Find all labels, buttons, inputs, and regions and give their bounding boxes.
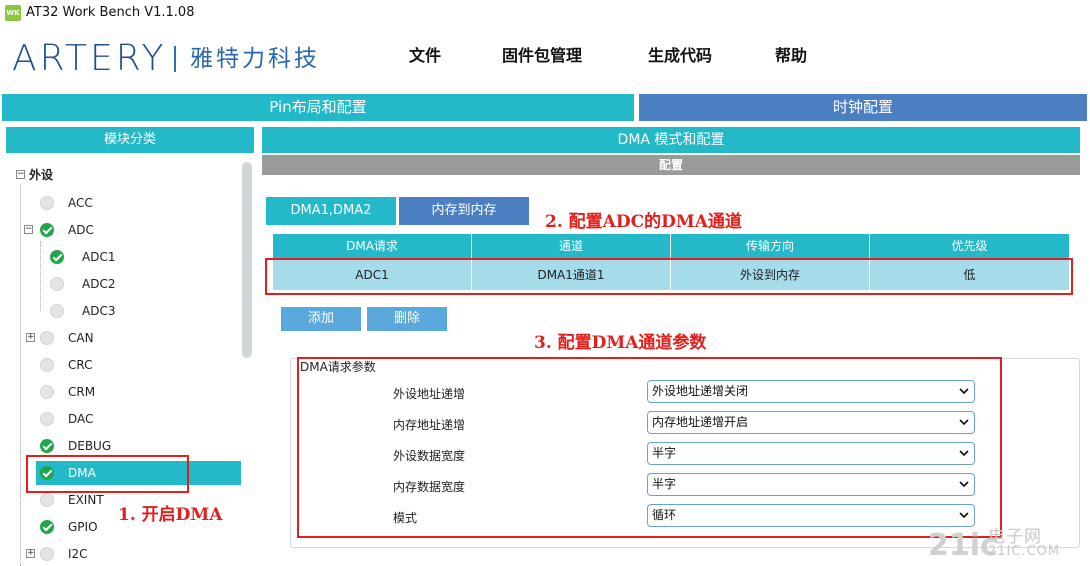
tree-item-i2c[interactable]: + I2C <box>26 542 244 566</box>
column-header-direction[interactable]: 传输方向 <box>671 234 870 258</box>
annotation-box-dma <box>26 455 189 493</box>
app-icon: WK <box>5 5 21 21</box>
menu-help[interactable]: 帮助 <box>775 42 807 66</box>
expand-icon[interactable]: + <box>26 333 35 342</box>
tree-item-can[interactable]: + CAN <box>26 326 244 350</box>
status-check-icon <box>40 439 54 453</box>
tree-item-crm[interactable]: CRM <box>40 380 244 404</box>
status-off-icon <box>40 493 54 507</box>
status-off-icon <box>40 385 54 399</box>
tree-item-adc2[interactable]: ADC2 <box>50 272 244 296</box>
tree-item-label: I2C <box>68 547 88 561</box>
logo-divider <box>174 46 176 72</box>
status-off-icon <box>50 277 64 291</box>
delete-button[interactable]: 删除 <box>367 307 447 331</box>
status-check-icon <box>40 520 54 534</box>
tree-item-label: DAC <box>68 412 94 426</box>
tree-item-adc3[interactable]: ADC3 <box>50 299 244 323</box>
tree-item-label: CRC <box>68 358 93 372</box>
menu-firmware-manager[interactable]: 固件包管理 <box>502 42 582 66</box>
title-bar: WK AT32 Work Bench V1.1.08 <box>0 0 1090 26</box>
annotation-box-params <box>297 357 1002 538</box>
tree-item-label: ADC <box>68 223 94 237</box>
status-off-icon <box>40 358 54 372</box>
config-subheader: 配置 <box>262 155 1080 175</box>
annotation-box-table-row <box>265 258 1073 295</box>
tree-item-label: ADC2 <box>82 277 116 291</box>
annotation-2: 2. 配置ADC的DMA通道 <box>545 212 742 232</box>
annotation-3: 3. 配置DMA通道参数 <box>534 333 707 353</box>
window-title: AT32 Work Bench V1.1.08 <box>26 5 195 20</box>
logo-chinese-name: 雅特力科技 <box>190 46 320 72</box>
expand-icon[interactable]: + <box>26 549 35 558</box>
column-header-priority[interactable]: 优先级 <box>870 234 1069 258</box>
status-check-icon <box>50 250 64 264</box>
tree-item-adc[interactable]: − ADC <box>24 218 244 242</box>
status-off-icon <box>40 547 54 561</box>
tree-guide-line <box>40 241 41 311</box>
tree-item-label: ACC <box>68 196 93 210</box>
tree-item-crc[interactable]: CRC <box>40 353 244 377</box>
tree-root-label: 外设 <box>29 168 54 182</box>
status-off-icon <box>40 412 54 426</box>
tree-guide-line <box>20 185 21 566</box>
tree-root-peripherals[interactable]: − 外设 <box>16 163 246 187</box>
tree-item-label: CRM <box>68 385 96 399</box>
tab-memory-to-memory[interactable]: 内存到内存 <box>399 197 529 225</box>
watermark-url: 21IC.COM <box>988 544 1061 559</box>
tab-dma1-dma2[interactable]: DMA1,DMA2 <box>266 197 396 225</box>
tree-item-acc[interactable]: ACC <box>34 191 244 215</box>
tree-item-adc1[interactable]: ADC1 <box>50 245 244 269</box>
menu-generate-code[interactable]: 生成代码 <box>648 42 712 66</box>
menu-file[interactable]: 文件 <box>409 42 441 66</box>
tree-item-label: GPIO <box>68 520 98 534</box>
annotation-1: 1. 开启DMA <box>118 505 223 525</box>
logo-brand: ARTERY <box>12 38 167 79</box>
column-header-dma-request[interactable]: DMA请求 <box>273 234 472 258</box>
tree-item-label: CAN <box>68 331 94 345</box>
status-off-icon <box>40 331 54 345</box>
add-button[interactable]: 添加 <box>281 307 361 331</box>
column-header-channel[interactable]: 通道 <box>472 234 671 258</box>
collapse-icon[interactable]: − <box>24 225 33 234</box>
watermark-logo: 21ic 电子网 21IC.COM <box>928 522 1088 566</box>
tree-scrollbar[interactable] <box>242 162 252 358</box>
status-off-icon <box>50 304 64 318</box>
module-category-header: 模块分类 <box>6 127 254 153</box>
collapse-icon[interactable]: − <box>16 170 25 179</box>
status-off-icon <box>40 196 54 210</box>
tree-item-dac[interactable]: DAC <box>40 407 244 431</box>
tab-pin-layout[interactable]: Pin布局和配置 <box>2 94 634 121</box>
tab-clock-config[interactable]: 时钟配置 <box>639 94 1087 121</box>
status-check-icon <box>40 223 54 237</box>
tree-item-label: ADC3 <box>82 304 116 318</box>
artery-logo: ARTERY 雅特力科技 <box>12 40 342 78</box>
dma-config-header: DMA 模式和配置 <box>262 127 1080 153</box>
tree-item-label: ADC1 <box>82 250 116 264</box>
